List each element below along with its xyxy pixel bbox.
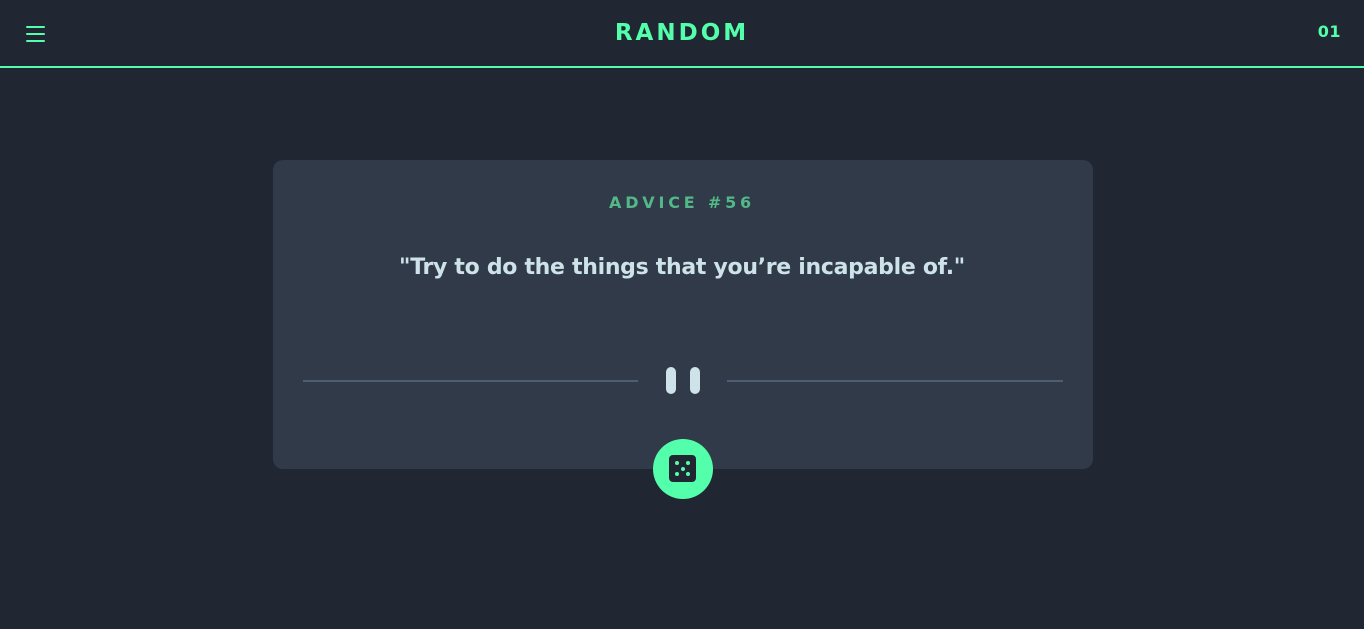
app-title: RANDOM xyxy=(614,20,750,46)
hamburger-menu-icon[interactable] xyxy=(26,23,46,43)
advice-id-label: ADVICE #56 xyxy=(609,193,755,212)
new-advice-button[interactable] xyxy=(653,439,713,499)
pause-icon xyxy=(666,367,701,394)
divider-line-right xyxy=(727,380,1063,382)
advice-counter: 01 xyxy=(1317,22,1341,41)
top-bar: RANDOM 01 xyxy=(0,0,1364,68)
dice-icon xyxy=(669,455,696,482)
advice-quote: "Try to do the things that you’re incapa… xyxy=(399,255,965,280)
divider-line-left xyxy=(303,380,638,382)
